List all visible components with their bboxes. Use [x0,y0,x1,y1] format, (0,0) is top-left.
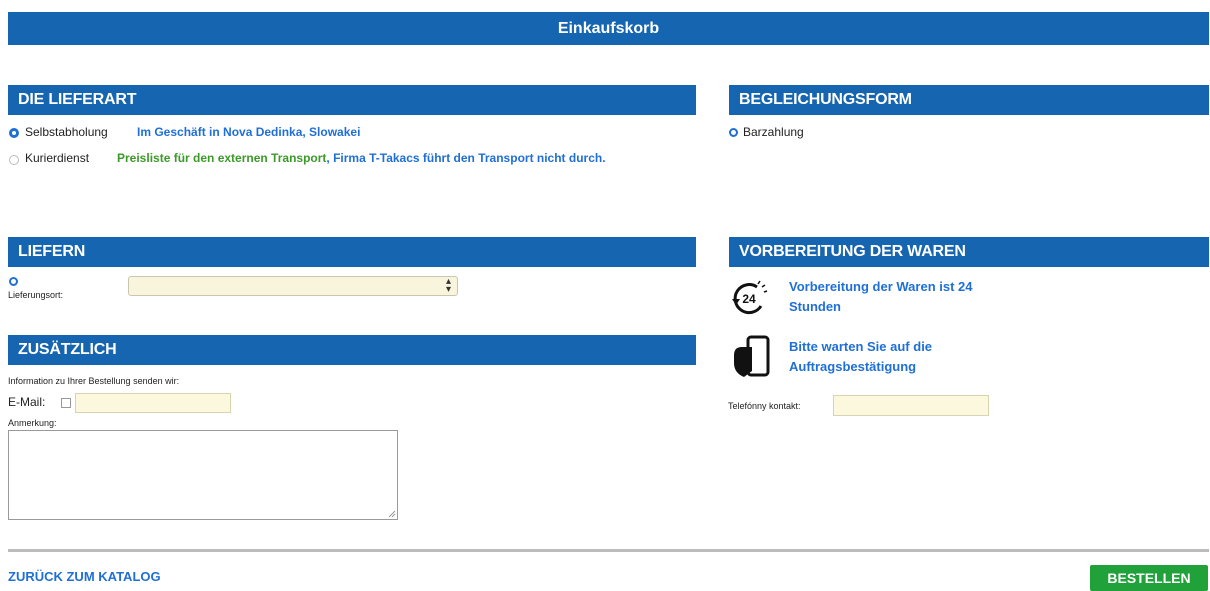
preparation-header: VORBEREITUNG DER WAREN [729,237,1209,267]
resize-handle-icon[interactable] [388,510,396,518]
note-label: Anmerkung: [8,418,57,428]
delivery-type-header: DIE LIEFERART [8,85,696,115]
order-confirmation-line1: Bitte warten Sie auf die [789,339,933,354]
payment-header: BEGLEICHUNGSFORM [729,85,1209,115]
pickup-note: Im Geschäft in Nova Dedinka, Slowakei [137,125,361,139]
cash-label: Barzahlung [743,125,804,139]
deliver-title: LIEFERN [18,243,86,260]
clock-24h-icon: 24 [730,278,770,318]
order-confirmation-text: Bitte warten Sie auf die Auftragsbestäti… [789,337,932,377]
delivery-location-radio[interactable] [9,277,18,286]
courier-label: Kurierdienst [25,151,90,165]
email-label: E-Mail: [8,395,46,409]
phone-contact-input[interactable] [833,395,989,416]
delivery-type-title: DIE LIEFERART [18,91,137,108]
delivery-location-label: Lieferungsort: [8,290,64,300]
courier-note: Preisliste für den externen Transport, F… [117,151,606,165]
page-title-bar: Einkaufskorb [8,12,1209,45]
payment-title: BEGLEICHUNGSFORM [739,91,912,108]
select-arrows-icon: ▴ ▾ [445,276,451,295]
preparation-title: VORBEREITUNG DER WAREN [739,243,966,260]
order-info-text: Information zu Ihrer Bestellung senden w… [8,376,180,386]
preparation-time-line2: Stunden [789,299,841,314]
footer-divider [8,549,1209,552]
additional-header: ZUSÄTZLICH [8,335,696,365]
back-to-catalog-link[interactable]: ZURÜCK ZUM KATALOG [8,569,161,584]
page-title: Einkaufskorb [557,20,660,37]
note-textarea[interactable] [8,430,398,520]
phone-contact-label: Telefónny kontakt: [728,401,801,411]
deliver-header: LIEFERN [8,237,696,267]
cash-radio[interactable] [729,128,738,137]
clock-24h-text: 24 [742,292,756,306]
courier-pricelist-link[interactable]: Preisliste für den externen Transport [117,151,326,165]
courier-radio[interactable] [9,155,19,165]
email-input[interactable] [75,393,231,413]
additional-title: ZUSÄTZLICH [18,341,117,358]
email-checkbox[interactable] [61,398,71,408]
preparation-time-text: Vorbereitung der Waren ist 24 Stunden [789,277,973,317]
pickup-label: Selbstabholung [25,125,108,139]
preparation-time-line1: Vorbereitung der Waren ist 24 [789,279,973,294]
phone-hand-icon [730,335,774,379]
pickup-radio[interactable] [9,128,19,138]
order-confirmation-line2: Auftragsbestätigung [789,359,917,374]
delivery-location-select[interactable]: ▴ ▾ [128,276,458,296]
courier-note-text: , Firma T-Takacs führt den Transport nic… [326,151,606,165]
order-button[interactable]: BESTELLEN [1090,565,1208,591]
